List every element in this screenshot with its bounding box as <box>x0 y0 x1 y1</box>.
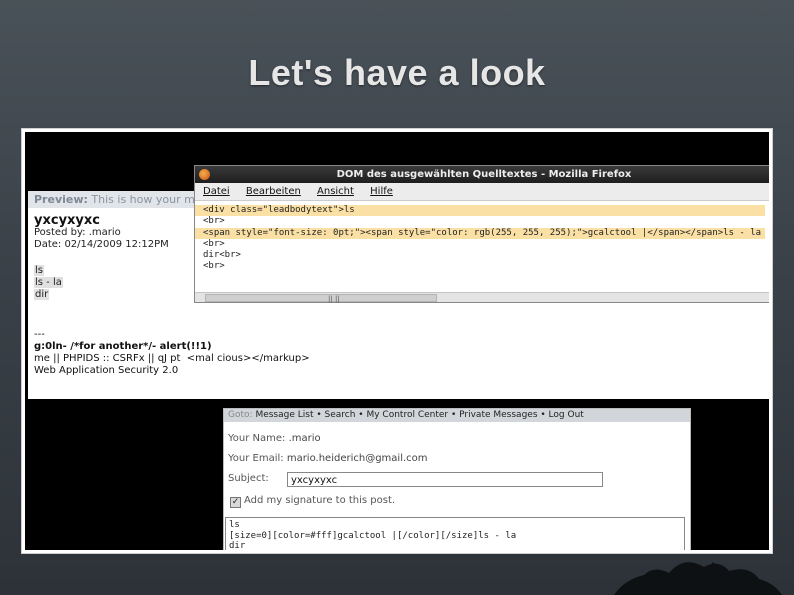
nav-log-out[interactable]: Log Out <box>549 410 584 420</box>
firefox-dom-source-window: DOM des ausgewählten Quelltextes - Mozil… <box>194 165 769 303</box>
signature-label: Add my signature to this post. <box>244 495 396 506</box>
body-line-2: [size=0][color=#fff]gcalctool |[/color][… <box>229 530 517 541</box>
your-name-label: Your Name: <box>228 433 286 444</box>
your-email-row: Your Email: mario.heiderich@gmail.com <box>228 453 428 464</box>
horizontal-scrollbar[interactable]: || || <box>195 292 769 303</box>
slide-title: Let's have a look <box>248 52 546 93</box>
your-email-value: mario.heiderich@gmail.com <box>286 453 428 464</box>
body-line-1: ls <box>229 520 240 530</box>
post-title: yxcyxyxc <box>34 213 100 228</box>
scrollbar-thumb[interactable]: || || <box>205 294 437 303</box>
goto-label: Goto: <box>228 410 253 420</box>
nav-private-messages[interactable]: Private Messages <box>459 410 537 420</box>
desktop-background: Preview: This is how your messa yxcyxyxc… <box>25 132 769 550</box>
menu-hilfe[interactable]: Hilfe <box>370 186 393 197</box>
preview-text: This is how your messa <box>91 193 202 206</box>
source-line: <br> <box>203 261 225 272</box>
signature-checkbox[interactable]: ✓ <box>230 497 241 508</box>
forum-nav: Goto: Message List • Search • My Control… <box>224 409 690 422</box>
source-line: dir<br> <box>203 250 241 261</box>
preview-label: Preview: <box>34 193 88 206</box>
signature-line-3: me || PHPIDS :: CSRFx || qJ pt <mal ciou… <box>34 353 310 364</box>
window-titlebar[interactable]: DOM des ausgewählten Quelltextes - Mozil… <box>195 166 769 183</box>
screenshot-frame: Preview: This is how your messa yxcyxyxc… <box>22 129 772 553</box>
menu-datei[interactable]: Datei <box>203 186 230 197</box>
source-line: <br> <box>203 216 225 227</box>
menu-bearbeiten[interactable]: Bearbeiten <box>246 186 301 197</box>
message-body-textarea[interactable]: ls [size=0][color=#fff]gcalctool |[/colo… <box>225 517 685 550</box>
post-author: Posted by: .mario <box>34 227 121 238</box>
signature-line-4: Web Application Security 2.0 <box>34 365 179 376</box>
menu-bar: Datei Bearbeiten Ansicht Hilfe <box>195 183 769 201</box>
signature-line-2: g:0ln- /*for another*/- alert(!!1) <box>34 341 212 352</box>
body-line-3: dir <box>229 541 246 550</box>
source-view: <div class="leadbodytext">ls <br> <span … <box>195 201 769 277</box>
nav-message-list[interactable]: Message List <box>255 410 313 420</box>
firefox-icon <box>199 169 210 180</box>
source-line: <span style="font-size: 0pt;"><span styl… <box>195 227 765 239</box>
post-line-3: dir <box>34 289 50 300</box>
preview-bar: Preview: This is how your messa <box>28 191 202 208</box>
your-name-row: Your Name: .mario <box>228 433 321 444</box>
subject-input[interactable]: yxcyxyxc <box>287 472 603 487</box>
post-date: Date: 02/14/2009 12:12PM <box>34 239 169 250</box>
nav-search[interactable]: Search <box>325 410 356 420</box>
message-form: Goto: Message List • Search • My Control… <box>223 408 691 550</box>
your-name-value: .mario <box>288 433 321 444</box>
window-title: DOM des ausgewählten Quelltextes - Mozil… <box>336 169 632 180</box>
source-line: <br> <box>203 238 225 249</box>
your-email-label: Your Email: <box>228 453 284 464</box>
source-line: <div class="leadbodytext">ls <box>195 205 765 217</box>
nav-control-center[interactable]: My Control Center <box>366 410 448 420</box>
scroll-grip: || || <box>328 295 340 303</box>
subject-label: Subject: <box>228 473 269 484</box>
signature-line-1: --- <box>34 329 45 340</box>
signature-block: --- g:0ln- /*for another*/- alert(!!1) m… <box>34 329 310 377</box>
post-line-1: ls <box>34 265 44 276</box>
post-line-2: ls - la <box>34 277 63 288</box>
menu-ansicht[interactable]: Ansicht <box>317 186 354 197</box>
